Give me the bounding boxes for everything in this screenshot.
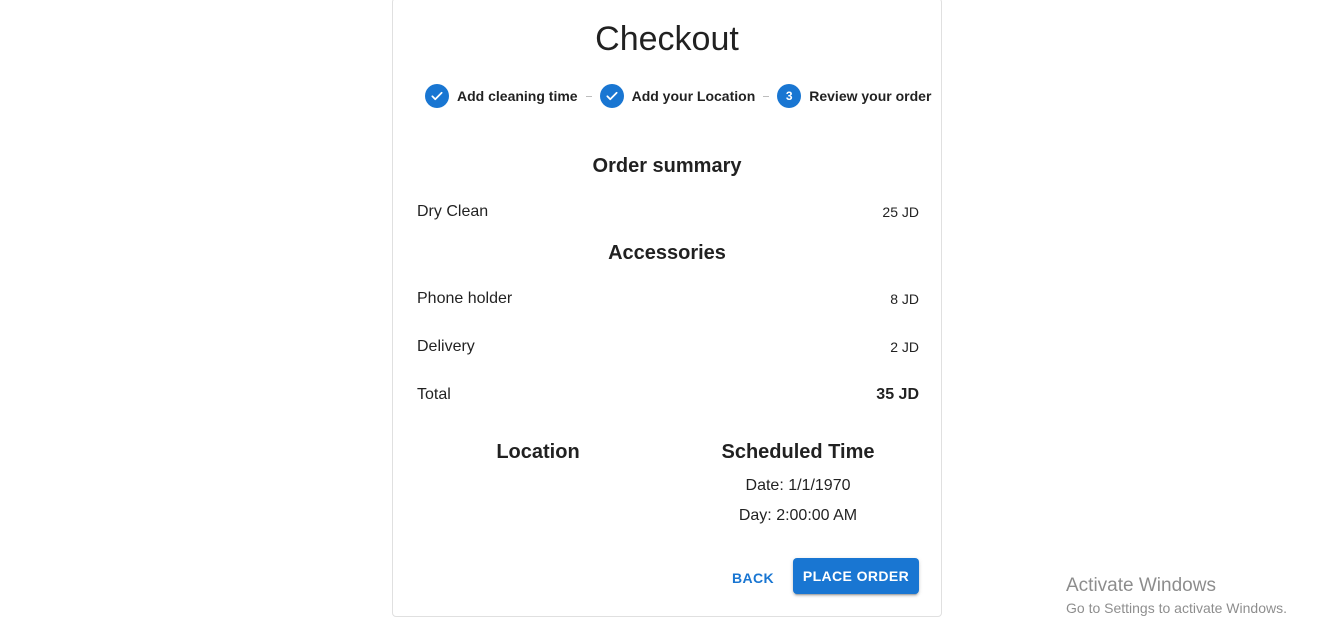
step-connector [585,95,592,97]
step-label: Review your order [809,88,932,104]
item-name: Delivery [417,338,475,355]
back-button[interactable]: BACK [721,560,785,596]
order-summary-heading: Order summary [592,155,742,177]
scheduled-day: Day: 2:00:00 AM [738,507,858,524]
check-icon [599,84,624,108]
summary-row-total: Total 35 JD [417,383,919,407]
step-number-icon: 3 [777,84,802,108]
total-price: 35 JD [876,386,919,403]
step-add-location: Add your Location [599,84,756,108]
summary-row-phone-holder: Phone holder 8 JD [417,287,919,311]
watermark-title: Activate Windows [1066,575,1216,596]
item-price: 25 JD [882,204,919,220]
step-connector [763,95,770,97]
item-price: 8 JD [890,291,919,307]
step-label: Add cleaning time [457,88,578,104]
step-review-order: 3 Review your order [777,84,931,108]
summary-row-delivery: Delivery 2 JD [417,335,919,359]
summary-row-service: Dry Clean 25 JD [417,200,919,224]
item-name: Dry Clean [417,203,489,220]
step-label: Add your Location [631,88,756,104]
page-title: Checkout [595,20,739,58]
total-label: Total [417,386,451,403]
scheduled-time-heading: Scheduled Time [721,441,875,463]
check-icon [425,84,449,108]
watermark-subtitle: Go to Settings to activate Windows. [1066,600,1287,616]
checkout-card: Checkout Add cleaning time Add your Loca… [392,0,942,617]
activate-windows-watermark: Activate Windows Go to Settings to activ… [1066,574,1287,618]
scheduled-date: Date: 1/1/1970 [745,477,851,494]
item-price: 2 JD [890,339,919,355]
step-add-cleaning-time: Add cleaning time [425,84,578,108]
place-order-button[interactable]: PLACE ORDER [793,558,919,594]
item-name: Phone holder [417,290,513,307]
accessories-heading: Accessories [608,242,726,264]
checkout-stepper: Add cleaning time Add your Location 3 Re… [425,83,931,109]
location-heading: Location [496,441,580,463]
